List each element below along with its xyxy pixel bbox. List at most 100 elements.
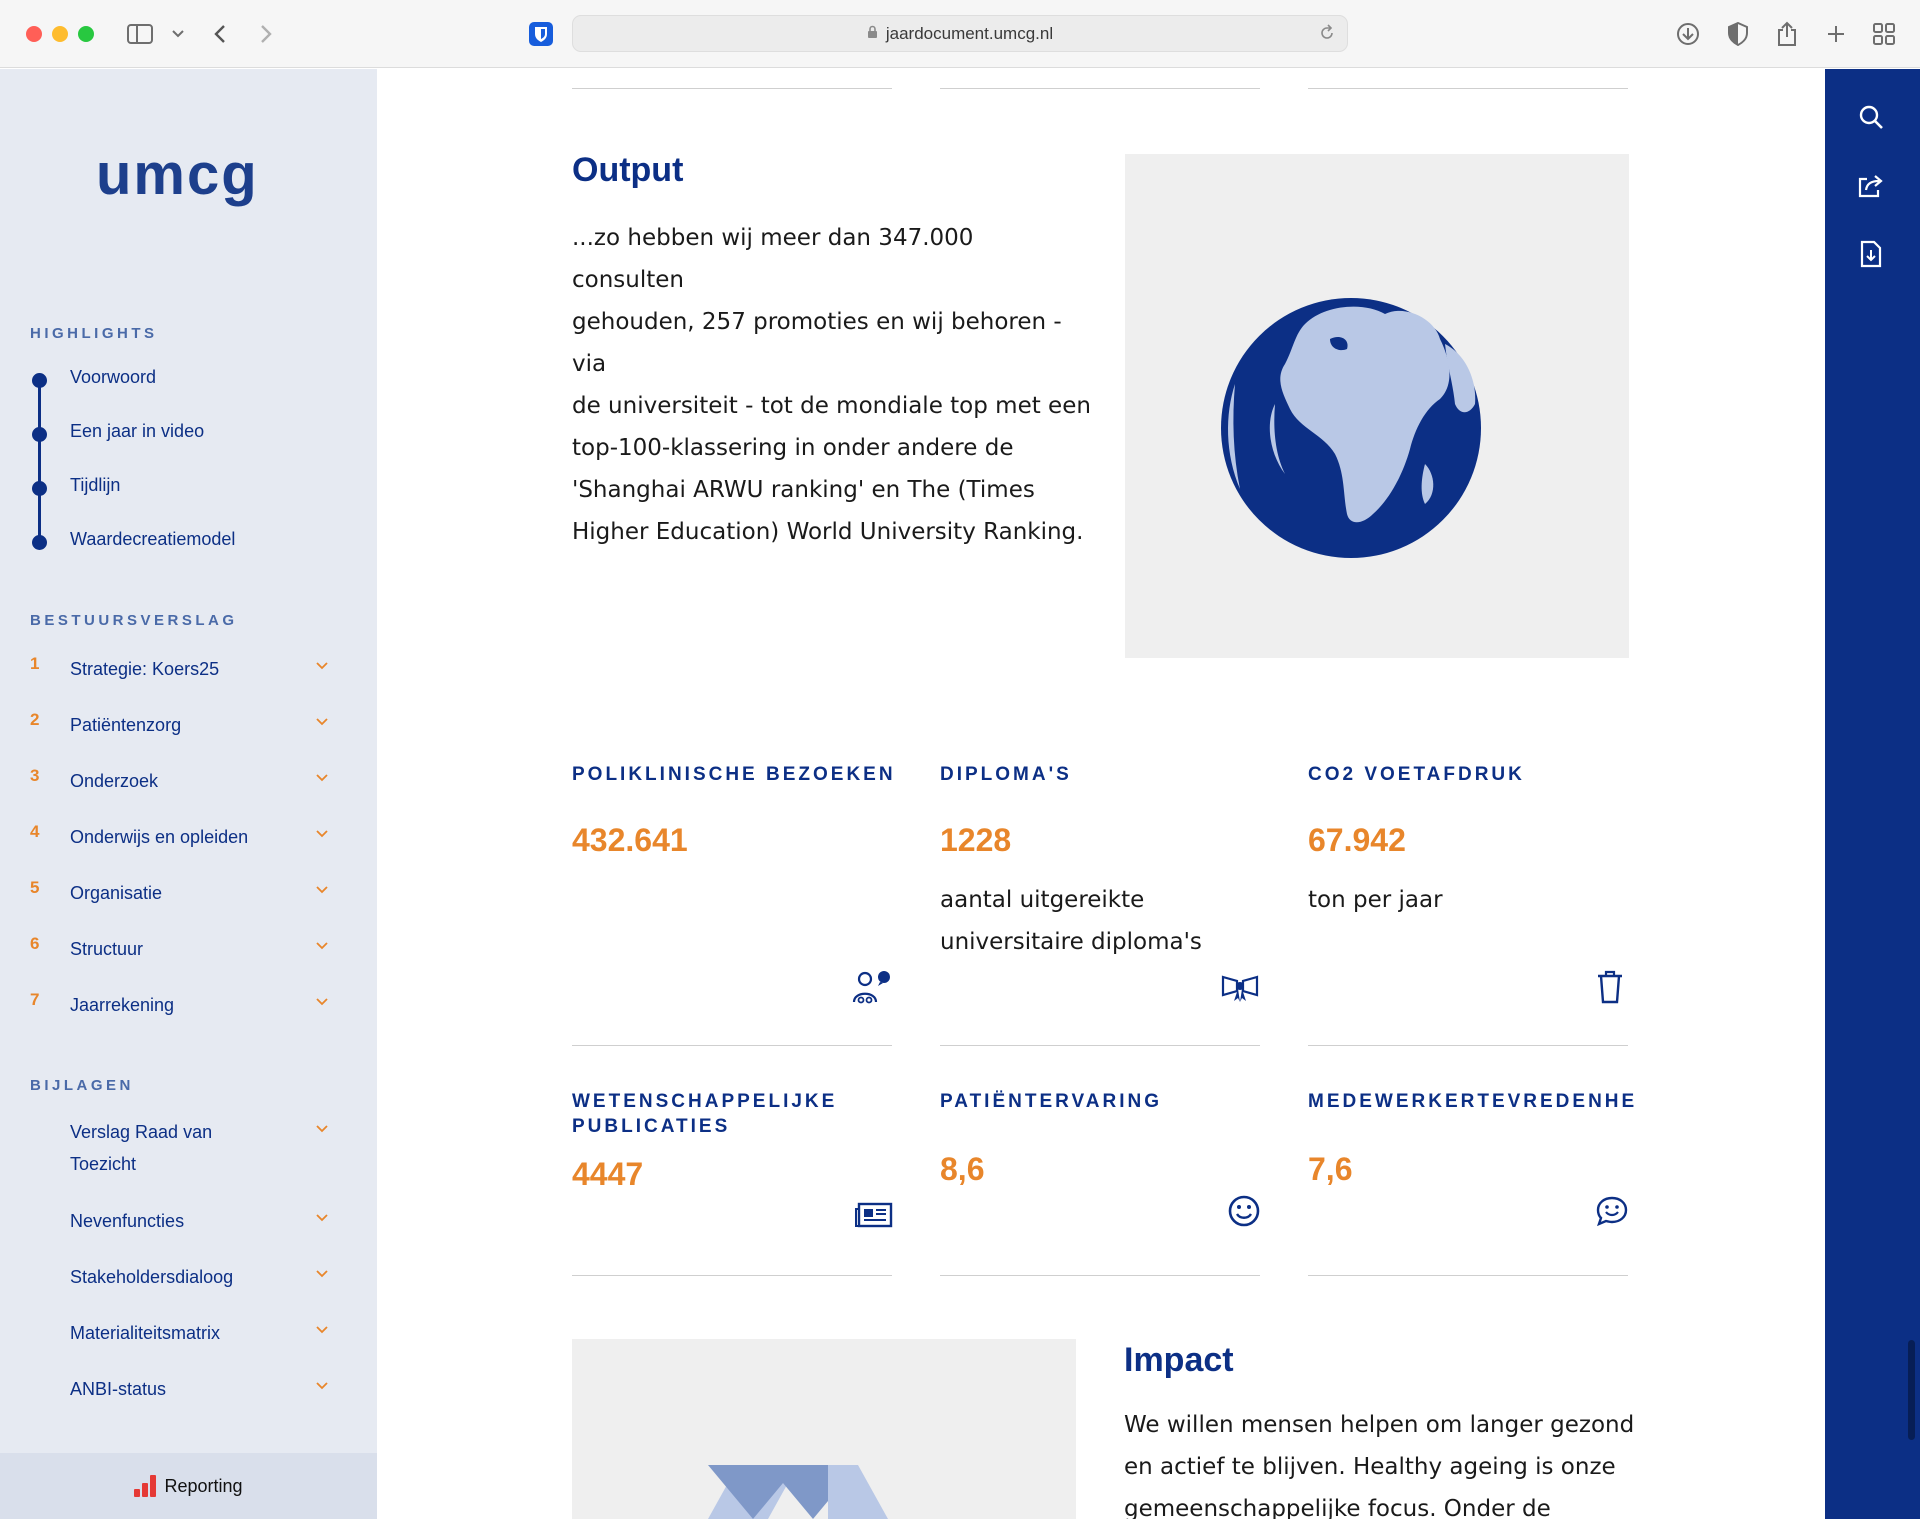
reporting-label: Reporting <box>164 1475 243 1496</box>
chevron-down-icon[interactable] <box>316 995 328 1009</box>
back-button[interactable] <box>206 20 234 48</box>
browser-toolbar: jaardocument.umcg.nl <box>0 0 1920 68</box>
minimize-window-button[interactable] <box>52 26 68 42</box>
chapter-number: 4 <box>30 822 40 841</box>
url-text: jaardocument.umcg.nl <box>885 23 1054 43</box>
sidebar-item-label: Waardecreatiemodel <box>70 529 236 549</box>
sidebar-item-materialiteitsmatrix[interactable]: Materialiteitsmatrix <box>0 1314 377 1348</box>
sidebar-item-label: Patiëntenzorg <box>70 715 182 735</box>
tab-overview-icon[interactable] <box>1870 20 1898 48</box>
bestuursverslag-heading: BESTUURSVERSLAG <box>30 612 238 629</box>
close-window-button[interactable] <box>26 26 42 42</box>
sidebar-item-label: Tijdlijn <box>70 475 121 495</box>
sidebar-item-label: Verslag Raad van Toezicht <box>70 1122 213 1174</box>
kpi-title-medewerkertevredenheid: MEDEWERKERTEVREDENHE <box>1308 1091 1638 1112</box>
address-bar[interactable]: jaardocument.umcg.nl <box>572 15 1348 52</box>
sidebar-item-nevenfuncties[interactable]: Nevenfuncties <box>0 1202 377 1236</box>
divider <box>572 1045 892 1046</box>
divider <box>1308 1275 1628 1276</box>
download-icon[interactable] <box>1674 20 1702 48</box>
patients-icon <box>852 969 892 1005</box>
sidebar-item-organisatie[interactable]: 5 Organisatie <box>0 874 377 908</box>
kpi-title-diplomas: DIPLOMA'S <box>940 764 1072 785</box>
forward-button[interactable] <box>252 20 280 48</box>
triangles-icon <box>708 1465 888 1519</box>
sidebar-item-label: Onderzoek <box>70 771 159 791</box>
sidebar: umcg HIGHLIGHTS Voorwoord Een jaar in vi… <box>0 69 377 1519</box>
chevron-down-icon[interactable] <box>316 1267 328 1281</box>
timeline-dot <box>32 481 47 496</box>
divider <box>940 1275 1260 1276</box>
sidebar-item-label: Organisatie <box>70 883 163 903</box>
chevron-down-icon[interactable] <box>316 1323 328 1337</box>
kpi-desc-diplomas: aantal uitgereikte universitaire diploma… <box>940 887 1202 955</box>
smiley-icon <box>1224 1193 1264 1229</box>
kpi-value-wetenschappelijke-publicaties: 4447 <box>572 1156 644 1192</box>
kpi-value-medewerkertevredenheid: 7,6 <box>1308 1151 1353 1187</box>
reporting-link[interactable]: Reporting <box>0 1453 377 1519</box>
kpi-desc-co2-voetafdruk: ton per jaar <box>1308 887 1443 913</box>
chat-smile-icon <box>1592 1193 1632 1229</box>
main-content: Output ...zo hebben wij meer dan 347.000… <box>378 69 1825 1519</box>
search-icon[interactable] <box>1856 102 1886 132</box>
output-heading: Output <box>572 151 684 189</box>
bijlagen-heading: BIJLAGEN <box>30 1077 134 1094</box>
impact-heading: Impact <box>1124 1341 1234 1379</box>
sidebar-item-jaarrekening[interactable]: 7 Jaarrekening <box>0 986 377 1020</box>
sidebar-item-onderzoek[interactable]: 3 Onderzoek <box>0 762 377 796</box>
scrollbar-thumb[interactable] <box>1908 1340 1915 1440</box>
divider <box>940 1045 1260 1046</box>
kpi-value-patientervaring: 8,6 <box>940 1151 985 1187</box>
chevron-down-icon[interactable] <box>316 883 328 897</box>
sidebar-item-verslag-raad-van-toezicht[interactable]: Verslag Raad van Toezicht <box>0 1113 377 1179</box>
sidebar-item-onderwijs[interactable]: 4 Onderwijs en opleiden <box>0 818 377 852</box>
sidebar-item-label: Onderwijs en opleiden <box>70 827 249 847</box>
sidebar-item-patientenzorg[interactable]: 2 Patiëntenzorg <box>0 706 377 740</box>
sidebar-item-label: Stakeholdersdialoog <box>70 1267 234 1287</box>
chapter-number: 3 <box>30 766 40 785</box>
sidebar-item-stakeholdersdialoog[interactable]: Stakeholdersdialoog <box>0 1258 377 1292</box>
chevron-down-icon[interactable] <box>316 1379 328 1393</box>
chevron-down-icon[interactable] <box>316 939 328 953</box>
share-icon[interactable] <box>1856 171 1886 201</box>
sidebar-item-waardecreatiemodel[interactable]: Waardecreatiemodel <box>0 527 377 557</box>
chevron-down-icon[interactable] <box>316 771 328 785</box>
globe-illustration <box>1125 154 1629 658</box>
output-paragraph: ...zo hebben wij meer dan 347.000 consul… <box>572 225 1091 545</box>
password-manager-icon[interactable] <box>527 20 555 48</box>
chapter-number: 7 <box>30 990 40 1009</box>
sidebar-toggle-icon[interactable] <box>126 20 154 48</box>
globe-icon <box>1221 298 1481 558</box>
chevron-down-icon[interactable] <box>164 20 192 48</box>
share-icon[interactable] <box>1773 20 1801 48</box>
kpi-title-patientervaring: PATIËNTERVARING <box>940 1091 1162 1112</box>
sidebar-item-structuur[interactable]: 6 Structuur <box>0 930 377 964</box>
chevron-down-icon[interactable] <box>316 1211 328 1225</box>
sidebar-item-label: Jaarrekening <box>70 995 175 1015</box>
highlights-heading: HIGHLIGHTS <box>30 325 158 342</box>
lock-icon <box>867 25 878 42</box>
new-tab-icon[interactable] <box>1822 20 1850 48</box>
chevron-down-icon[interactable] <box>316 659 328 673</box>
sidebar-item-label: Structuur <box>70 939 144 959</box>
reload-icon[interactable] <box>1319 24 1335 47</box>
sidebar-item-tijdlijn[interactable]: Tijdlijn <box>0 473 377 503</box>
sidebar-item-label: ANBI-status <box>70 1379 167 1399</box>
chevron-down-icon[interactable] <box>316 827 328 841</box>
trash-icon <box>1590 969 1630 1005</box>
chevron-down-icon[interactable] <box>316 715 328 729</box>
sidebar-item-strategie[interactable]: 1 Strategie: Koers25 <box>0 650 377 684</box>
umcg-logo[interactable]: umcg <box>96 141 259 208</box>
sidebar-item-voorwoord[interactable]: Voorwoord <box>0 365 377 395</box>
divider <box>572 1275 892 1276</box>
sidebar-item-anbi-status[interactable]: ANBI-status <box>0 1370 377 1404</box>
chapter-number: 2 <box>30 710 40 729</box>
chapter-number: 5 <box>30 878 40 897</box>
diploma-icon <box>1220 969 1260 1005</box>
divider <box>1308 88 1628 89</box>
sidebar-item-een-jaar-in-video[interactable]: Een jaar in video <box>0 419 377 449</box>
privacy-shield-icon[interactable] <box>1724 20 1752 48</box>
download-pdf-icon[interactable] <box>1856 239 1886 269</box>
zoom-window-button[interactable] <box>78 26 94 42</box>
chevron-down-icon[interactable] <box>316 1122 328 1136</box>
